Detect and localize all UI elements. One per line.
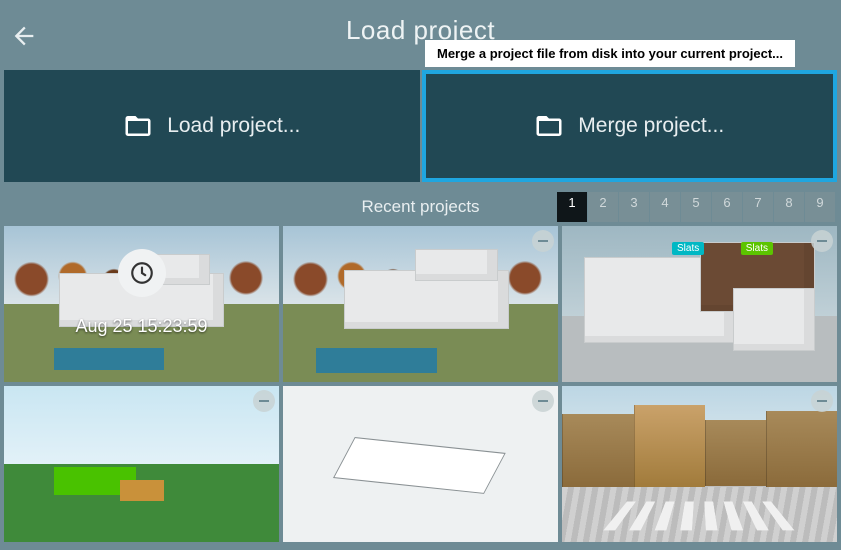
delete-icon[interactable] — [811, 390, 833, 412]
tag-label: Slats — [672, 242, 704, 255]
project-thumb[interactable] — [562, 386, 837, 542]
project-thumb[interactable] — [283, 386, 558, 542]
folder-open-icon — [534, 111, 564, 141]
page-6[interactable]: 6 — [712, 192, 742, 222]
load-project-button[interactable]: Load project... — [4, 70, 420, 182]
tag-label: Slats — [741, 242, 773, 255]
clock-icon — [118, 249, 166, 297]
project-thumb[interactable]: Slats Slats — [562, 226, 837, 382]
merge-tooltip: Merge a project file from disk into your… — [425, 40, 795, 67]
page-9[interactable]: 9 — [805, 192, 835, 222]
recent-projects-label: Recent projects — [361, 197, 479, 217]
page-7[interactable]: 7 — [743, 192, 773, 222]
page-4[interactable]: 4 — [650, 192, 680, 222]
pager: 123456789 — [557, 192, 835, 222]
delete-icon[interactable] — [532, 390, 554, 412]
project-thumb[interactable]: Aug 25 15:23:59 — [4, 226, 279, 382]
delete-icon[interactable] — [253, 390, 275, 412]
page-1[interactable]: 1 — [557, 192, 587, 222]
project-thumb[interactable] — [4, 386, 279, 542]
page-2[interactable]: 2 — [588, 192, 618, 222]
merge-project-button[interactable]: Merge project... — [422, 70, 838, 182]
merge-project-label: Merge project... — [578, 114, 724, 138]
delete-icon[interactable] — [811, 230, 833, 252]
delete-icon[interactable] — [532, 230, 554, 252]
back-button[interactable] — [10, 22, 38, 55]
project-thumb[interactable] — [283, 226, 558, 382]
page-5[interactable]: 5 — [681, 192, 711, 222]
page-8[interactable]: 8 — [774, 192, 804, 222]
page-3[interactable]: 3 — [619, 192, 649, 222]
thumb-caption: Aug 25 15:23:59 — [4, 316, 279, 337]
load-project-label: Load project... — [167, 114, 300, 138]
folder-open-icon — [123, 111, 153, 141]
